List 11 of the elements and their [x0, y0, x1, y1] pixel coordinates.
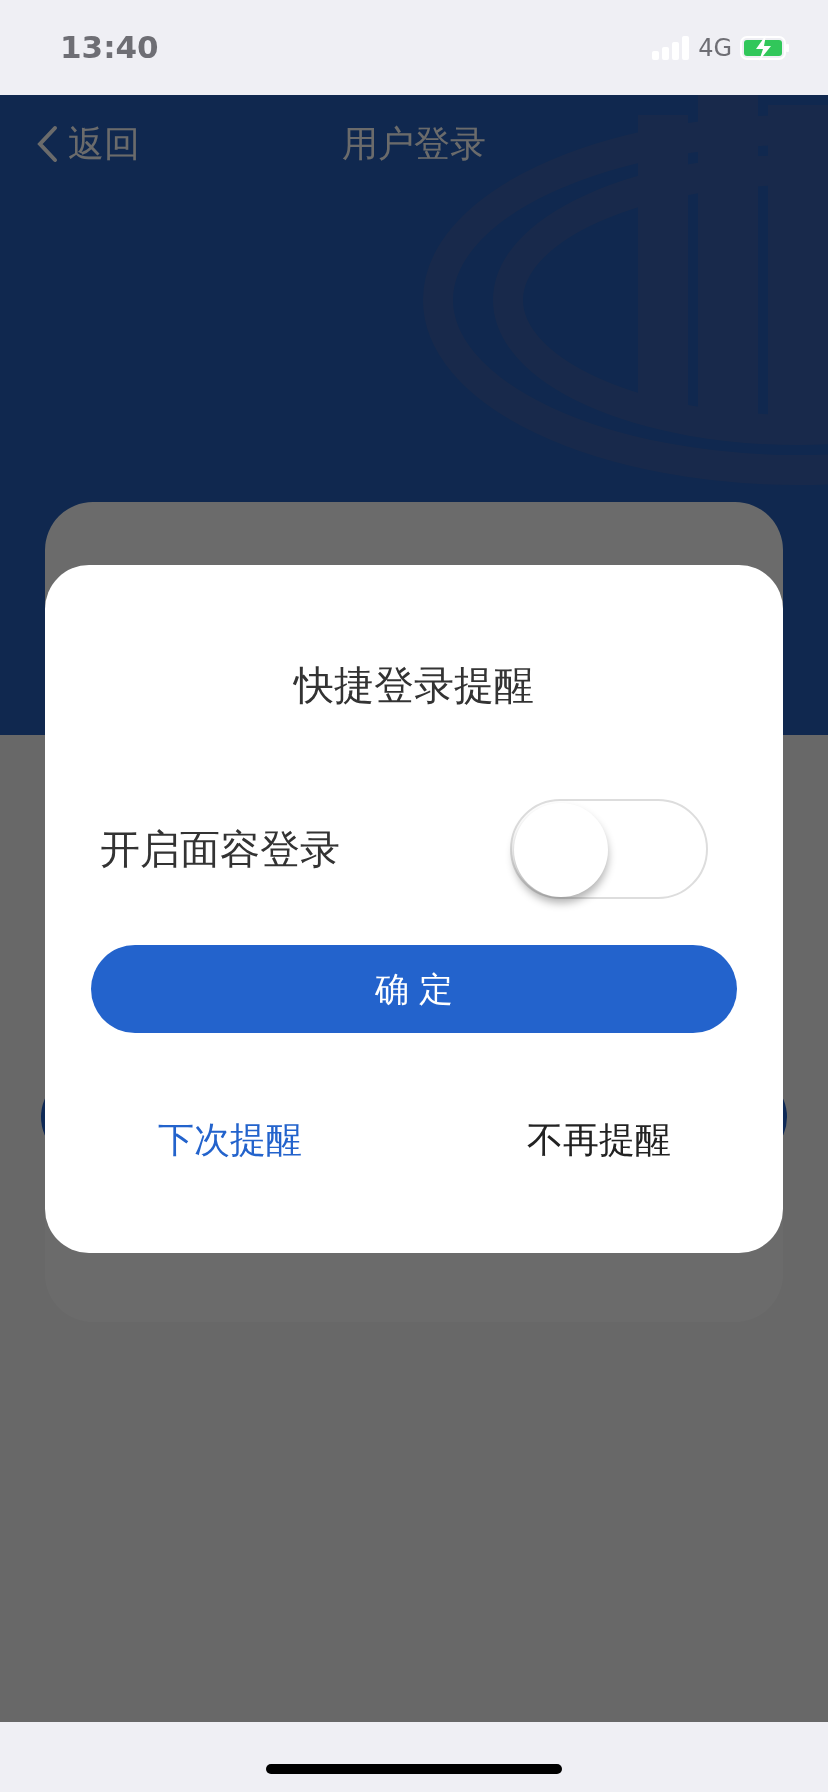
remind-later-button[interactable]: 下次提醒 — [45, 1113, 414, 1167]
confirm-button[interactable]: 确 定 — [91, 945, 737, 1033]
network-label: 4G — [698, 32, 732, 64]
dismiss-button[interactable]: 不再提醒 — [414, 1113, 783, 1167]
status-time: 13:40 — [60, 28, 159, 68]
dialog-title: 快捷登录提醒 — [292, 661, 535, 710]
back-icon — [36, 125, 58, 163]
page-title: 用户登录 — [341, 122, 487, 166]
home-indicator[interactable] — [266, 1764, 562, 1774]
battery-charging-icon — [740, 34, 790, 61]
toggle-label: 开启面容登录 — [100, 825, 340, 874]
